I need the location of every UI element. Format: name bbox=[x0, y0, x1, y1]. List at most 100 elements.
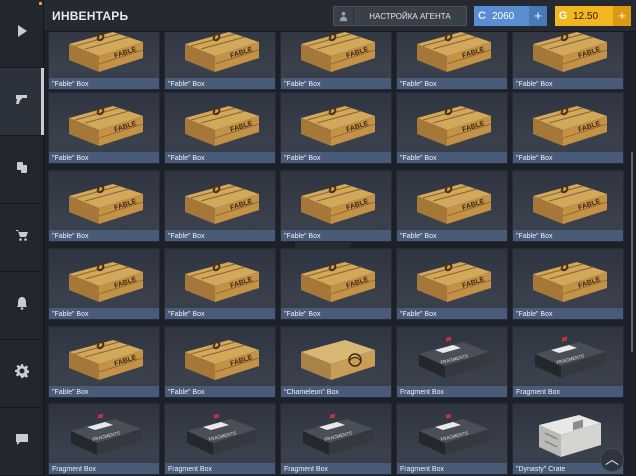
inventory-item-card[interactable]: FABLE "Fable" Box bbox=[396, 170, 508, 242]
inventory-item-card[interactable]: FABLE "Fable" Box bbox=[164, 248, 276, 320]
item-name: "Fable" Box bbox=[168, 81, 205, 88]
item-name: Fragment Box bbox=[168, 466, 212, 473]
inventory-item-card[interactable]: FABLE "Fable" Box bbox=[280, 248, 392, 320]
inventory-item-card[interactable]: FABLE "Fable" Box bbox=[48, 32, 160, 90]
item-name: "Fable" Box bbox=[284, 155, 321, 162]
item-name: Fragment Box bbox=[400, 466, 444, 473]
inventory-item-card[interactable]: FABLE "Fable" Box bbox=[164, 170, 276, 242]
fable-box-icon: FABLE bbox=[301, 262, 376, 302]
inventory-item-card[interactable]: FABLE "Fable" Box bbox=[48, 170, 160, 242]
fable-box-icon: FABLE bbox=[417, 184, 492, 224]
inventory-item-card[interactable]: FABLE "Fable" Box bbox=[396, 92, 508, 164]
inventory-item-card[interactable]: FRAGMENTS Fragment Box bbox=[396, 326, 508, 398]
item-name: "Dynasty" Crate bbox=[516, 466, 566, 473]
fable-box-icon: FABLE bbox=[185, 262, 260, 302]
fable-box-icon: FABLE bbox=[69, 106, 144, 146]
inventory-item-card[interactable]: FABLE "Fable" Box bbox=[48, 248, 160, 320]
item-name: "Chameleon" Box bbox=[284, 389, 339, 396]
inventory-item-card[interactable]: FABLE "Fable" Box bbox=[280, 170, 392, 242]
sidebar-item-inventory[interactable] bbox=[0, 68, 44, 136]
fable-box-icon: FABLE bbox=[417, 32, 492, 72]
bell-icon bbox=[15, 296, 29, 315]
fable-box-icon: FABLE bbox=[185, 340, 260, 380]
scrollbar[interactable] bbox=[631, 152, 633, 352]
inventory-item-card[interactable]: FABLE "Fable" Box bbox=[512, 32, 624, 90]
item-name: Fragment Box bbox=[516, 389, 560, 396]
inventory-item-card[interactable]: FABLE "Fable" Box bbox=[164, 92, 276, 164]
item-name: "Fable" Box bbox=[52, 155, 89, 162]
fable-box-icon: FABLE bbox=[533, 32, 608, 72]
inventory-item-card[interactable]: FABLE "Fable" Box bbox=[396, 248, 508, 320]
play-icon bbox=[15, 24, 29, 43]
item-name: "Fable" Box bbox=[400, 311, 437, 318]
fable-box-icon: FABLE bbox=[69, 262, 144, 302]
fable-box-icon: FABLE bbox=[533, 184, 608, 224]
item-name: "Fable" Box bbox=[400, 81, 437, 88]
fable-box-icon: FABLE bbox=[417, 262, 492, 302]
inventory-item-card[interactable]: FABLE "Fable" Box bbox=[48, 326, 160, 398]
fragment-box-icon: FRAGMENTS bbox=[419, 413, 489, 455]
chameleon-box-icon bbox=[301, 340, 375, 380]
sidebar-item-chat[interactable] bbox=[0, 408, 44, 476]
inventory-item-card[interactable]: FABLE "Fable" Box bbox=[280, 92, 392, 164]
inventory-item-card[interactable]: FABLE "Fable" Box bbox=[164, 326, 276, 398]
item-name: "Fable" Box bbox=[400, 233, 437, 240]
inventory-item-card[interactable]: FRAGMENTS Fragment Box bbox=[396, 403, 508, 475]
fable-box-icon: FABLE bbox=[301, 184, 376, 224]
item-name: "Fable" Box bbox=[516, 81, 553, 88]
sidebar-item-play[interactable] bbox=[0, 0, 44, 68]
sidebar-item-shop[interactable] bbox=[0, 204, 44, 272]
fable-box-icon: FABLE bbox=[533, 106, 608, 146]
fragment-box-icon: FRAGMENTS bbox=[187, 413, 257, 455]
inventory-item-card[interactable]: FABLE "Fable" Box bbox=[512, 92, 624, 164]
fable-box-icon: FABLE bbox=[185, 184, 260, 224]
fable-box-icon: FABLE bbox=[533, 262, 608, 302]
item-name: "Fable" Box bbox=[168, 389, 205, 396]
fable-box-icon: FABLE bbox=[185, 32, 260, 72]
item-name: "Fable" Box bbox=[52, 311, 89, 318]
fable-box-icon: FABLE bbox=[69, 184, 144, 224]
sidebar bbox=[0, 0, 44, 476]
coin-icon: C bbox=[478, 10, 486, 22]
sidebar-item-notifications[interactable] bbox=[0, 272, 44, 340]
item-name: "Fable" Box bbox=[284, 81, 321, 88]
inventory-item-card[interactable]: FRAGMENTS Fragment Box bbox=[512, 326, 624, 398]
add-coins-button[interactable]: + bbox=[529, 6, 547, 26]
inventory-item-card[interactable]: FABLE "Fable" Box bbox=[164, 32, 276, 90]
fragment-box-icon: FRAGMENTS bbox=[419, 336, 489, 378]
inventory-item-card[interactable]: FRAGMENTS Fragment Box bbox=[280, 403, 392, 475]
inventory-item-card[interactable]: FABLE "Fable" Box bbox=[512, 170, 624, 242]
gold-balance: G 12.50 + bbox=[555, 6, 631, 26]
item-name: "Fable" Box bbox=[516, 155, 553, 162]
cart-icon bbox=[15, 228, 29, 247]
agent-settings-button[interactable]: НАСТРОЙКА АГЕНТА bbox=[333, 6, 467, 26]
inventory-grid: FABLE "Fable" Box FABLE "Fable" Box FABLE "Fa… bbox=[44, 32, 636, 476]
fragment-box-icon: FRAGMENTS bbox=[303, 413, 373, 455]
inventory-item-card[interactable]: FABLE "Fable" Box bbox=[396, 32, 508, 90]
top-bar: ИНВЕНТАРЬ НАСТРОЙКА АГЕНТА C 2060 + G 12… bbox=[44, 0, 636, 32]
sidebar-item-cards[interactable] bbox=[0, 136, 44, 204]
item-name: "Fable" Box bbox=[516, 233, 553, 240]
item-name: "Fable" Box bbox=[52, 81, 89, 88]
item-name: "Fable" Box bbox=[168, 155, 205, 162]
inventory-item-card[interactable]: FRAGMENTS Fragment Box bbox=[48, 403, 160, 475]
inventory-item-card[interactable]: "Chameleon" Box bbox=[280, 326, 392, 398]
gold-value: 12.50 bbox=[573, 10, 599, 22]
inventory-item-card[interactable]: FABLE "Fable" Box bbox=[280, 32, 392, 90]
item-name: "Fable" Box bbox=[284, 311, 321, 318]
fable-box-icon: FABLE bbox=[417, 106, 492, 146]
item-name: "Fable" Box bbox=[284, 233, 321, 240]
item-name: "Fable" Box bbox=[52, 233, 89, 240]
inventory-item-card[interactable]: FRAGMENTS Fragment Box bbox=[164, 403, 276, 475]
item-name: "Fable" Box bbox=[168, 311, 205, 318]
add-gold-button[interactable]: + bbox=[613, 6, 631, 26]
agent-settings-label: НАСТРОЙКА АГЕНТА bbox=[369, 11, 451, 21]
inventory-item-card[interactable]: FABLE "Fable" Box bbox=[48, 92, 160, 164]
scroll-to-top-button[interactable]: ︿ bbox=[600, 448, 624, 472]
sidebar-item-settings[interactable] bbox=[0, 340, 44, 408]
item-name: "Fable" Box bbox=[52, 389, 89, 396]
page-title: ИНВЕНТАРЬ bbox=[52, 9, 129, 23]
inventory-item-card[interactable]: FABLE "Fable" Box bbox=[512, 248, 624, 320]
item-name: Fragment Box bbox=[52, 466, 96, 473]
fable-box-icon: FABLE bbox=[69, 340, 144, 380]
